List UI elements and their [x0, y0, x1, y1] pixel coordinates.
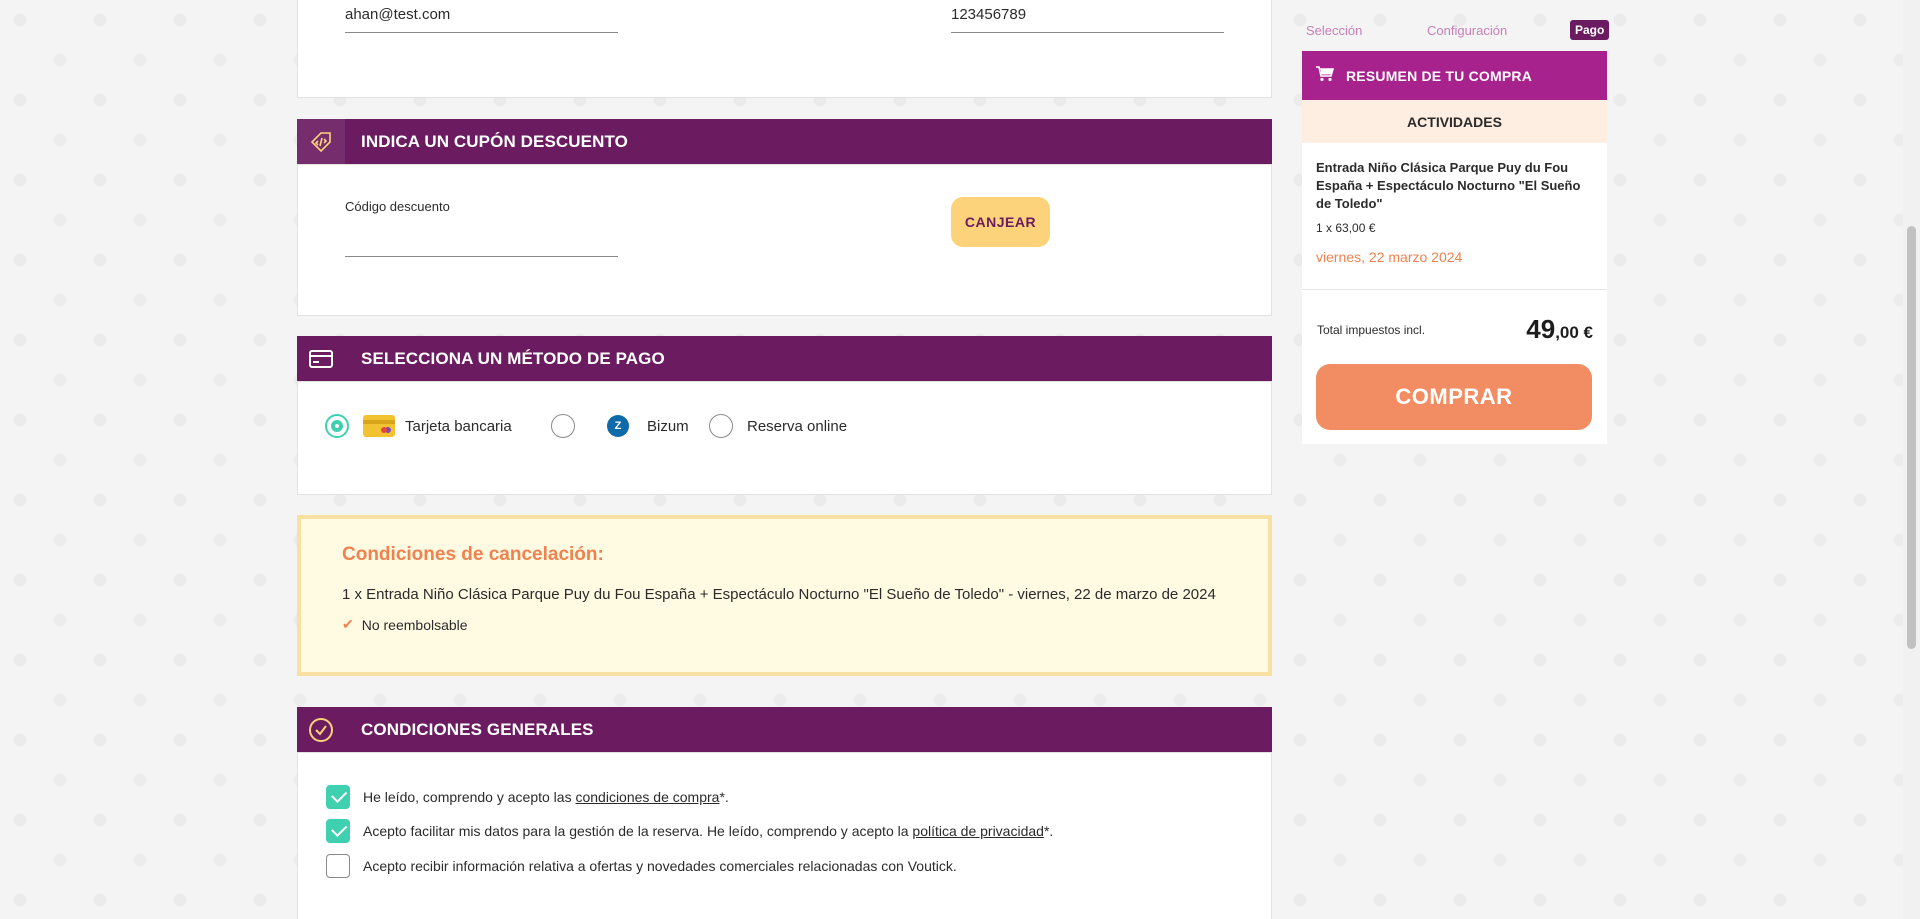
checkbox-purchase-terms[interactable] [326, 785, 350, 809]
step-configuracion[interactable]: Configuración [1427, 23, 1507, 38]
item-date: viernes, 22 marzo 2024 [1316, 249, 1463, 265]
condition-text: Acepto recibir información relativa a of… [363, 858, 957, 874]
condition-row-marketing: Acepto recibir información relativa a of… [326, 854, 957, 878]
payment-section-header: SELECCIONA UN MÉTODO DE PAGO [297, 336, 1272, 382]
credit-card-icon [297, 336, 345, 382]
coupon-body: Código descuento CANJEAR [297, 164, 1272, 316]
condition-text: Acepto facilitar mis datos para la gesti… [363, 823, 1054, 839]
checkout-steps: Selección Configuración Pago [1302, 20, 1610, 42]
payment-option-label: Tarjeta bancaria [405, 417, 512, 435]
general-conditions-header: CONDICIONES GENERALES [297, 707, 1272, 753]
cancellation-title: Condiciones de cancelación: [342, 544, 604, 565]
general-conditions-body: He leído, comprendo y acepto las condici… [297, 752, 1272, 919]
summary-header-title: RESUMEN DE TU COMPRA [1346, 67, 1533, 84]
cancellation-item-line: 1 x Entrada Niño Clásica Parque Puy du F… [342, 586, 1216, 603]
scrollbar[interactable] [1903, 0, 1920, 919]
phone-field[interactable]: 123456789 [951, 6, 1224, 33]
shopping-cart-icon [1316, 66, 1335, 85]
total-value: 49,00 € [1526, 314, 1593, 344]
payment-header-title: SELECCIONA UN MÉTODO DE PAGO [361, 349, 665, 368]
cancellation-policy: ✔ No reembolsable [342, 616, 468, 633]
check-circle-icon [297, 707, 345, 753]
payment-option-bizum[interactable]: Z Bizum [551, 414, 689, 438]
cancellation-policy-text: No reembolsable [361, 616, 468, 633]
condition-row-purchase: He leído, comprendo y acepto las condici… [326, 785, 729, 809]
check-icon: ✔ [342, 616, 354, 632]
coupon-section-header: INDICA UN CUPÓN DESCUENTO [297, 119, 1272, 165]
total-label: Total impuestos incl. [1317, 323, 1426, 337]
bizum-logo-icon: Z [607, 415, 629, 437]
checkbox-privacy-policy[interactable] [326, 819, 350, 843]
item-quantity: 1 x 63,00 € [1316, 221, 1376, 235]
scroll-thumb[interactable] [1907, 226, 1916, 649]
payment-body: Tarjeta bancaria Z Bizum Reserva online [297, 381, 1272, 495]
general-header-title: CONDICIONES GENERALES [361, 720, 594, 739]
buy-wrap: COMPRAR [1302, 364, 1607, 444]
contact-card: ahan@test.com 123456789 [297, 0, 1272, 98]
payment-option-label: Reserva online [747, 417, 848, 435]
payment-option-reserva[interactable]: Reserva online [709, 414, 847, 438]
item-name: Entrada Niño Clásica Parque Puy du Fou E… [1316, 160, 1581, 211]
coupon-header-title: INDICA UN CUPÓN DESCUENTO [361, 132, 628, 151]
step-seleccion[interactable]: Selección [1306, 23, 1362, 38]
radio-bizum[interactable] [551, 414, 575, 438]
purchase-summary: RESUMEN DE TU COMPRA ACTIVIDADES Entrada… [1302, 51, 1607, 444]
payment-option-label: Bizum [647, 417, 689, 435]
total-row: Total impuestos incl. 49,00 € [1302, 290, 1607, 364]
comprar-button[interactable]: COMPRAR [1316, 364, 1592, 430]
step-pago: Pago [1570, 20, 1610, 40]
radio-reserva[interactable] [709, 414, 733, 438]
checkbox-marketing[interactable] [326, 854, 350, 878]
coupon-code-input[interactable] [345, 221, 618, 257]
condition-text: He leído, comprendo y acepto las condici… [363, 789, 729, 805]
bank-card-icon [363, 415, 395, 437]
payment-option-card[interactable]: Tarjeta bancaria [325, 414, 512, 438]
summary-item: Entrada Niño Clásica Parque Puy du Fou E… [1302, 143, 1607, 290]
radio-card[interactable] [325, 414, 349, 438]
condition-row-privacy: Acepto facilitar mis datos para la gesti… [326, 819, 1053, 843]
privacy-policy-link[interactable]: política de privacidad [912, 823, 1044, 839]
canjear-button[interactable]: CANJEAR [951, 197, 1050, 247]
coupon-code-icon [297, 119, 345, 165]
summary-header: RESUMEN DE TU COMPRA [1302, 51, 1607, 100]
purchase-terms-link[interactable]: condiciones de compra [575, 789, 719, 805]
activities-bar: ACTIVIDADES [1302, 100, 1607, 143]
cancellation-box: Condiciones de cancelación: 1 x Entrada … [297, 515, 1272, 676]
coupon-label: Código descuento [345, 199, 450, 214]
email-field[interactable]: ahan@test.com [345, 6, 618, 33]
